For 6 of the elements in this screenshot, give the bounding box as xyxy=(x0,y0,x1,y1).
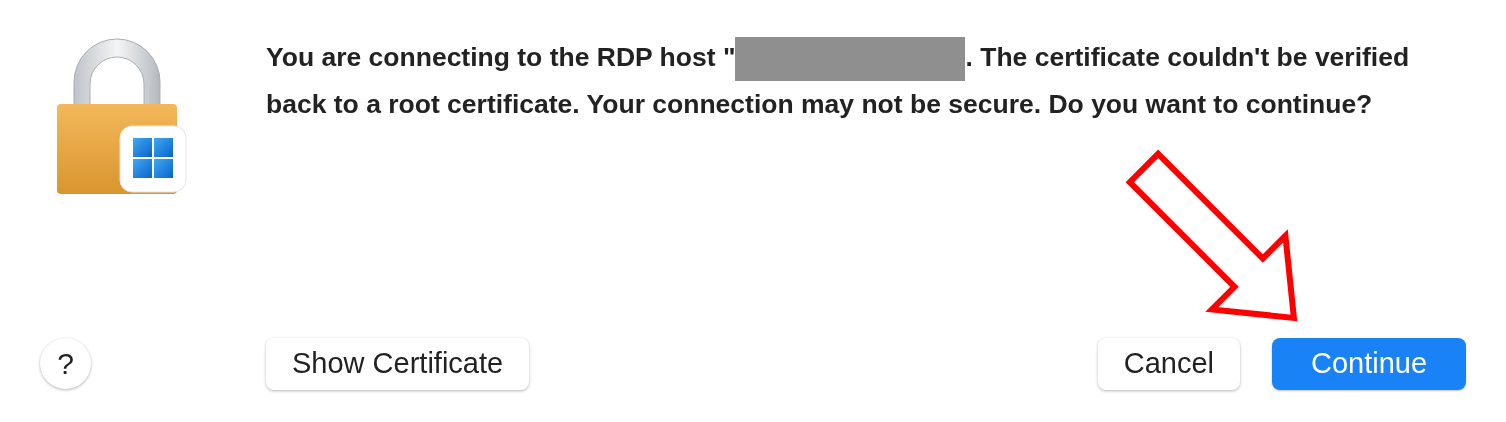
help-button[interactable]: ? xyxy=(40,338,91,389)
dialog-button[interactable]: Continue xyxy=(1272,338,1466,390)
message-text: You are connecting to the RDP host " . The certificate couldn't be verified back to a root certificate. Your connection may not be secure. Do you want to continue? xyxy=(266,34,1462,127)
dialog-button[interactable]: Show Certificate xyxy=(266,338,530,390)
padlock-icon xyxy=(54,38,188,196)
dialog-button[interactable]: Cancel xyxy=(1097,338,1240,390)
